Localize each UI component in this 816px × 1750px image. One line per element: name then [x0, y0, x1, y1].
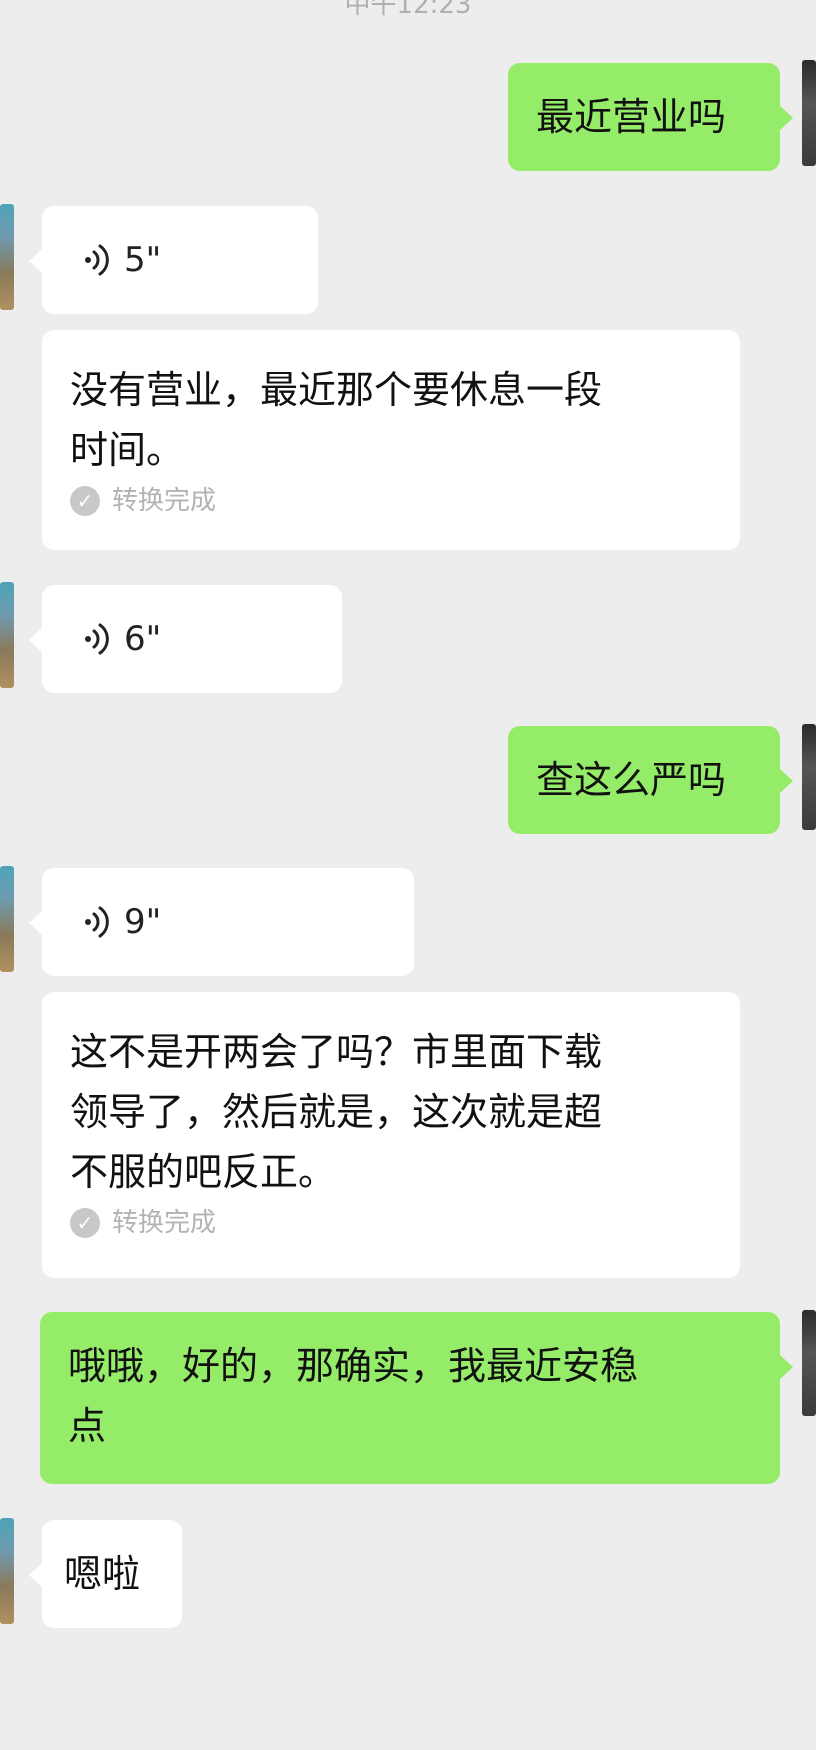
transcript-text: 没有营业，最近那个要休息一段 时间。	[70, 368, 603, 472]
check-circle-icon: ✓	[70, 1208, 100, 1238]
voice-wave-icon	[85, 623, 109, 655]
voice-wave-icon	[85, 244, 109, 276]
outgoing-message-bubble[interactable]: 哦哦，好的，那确实，我最近安稳 点	[40, 1312, 793, 1484]
transcript-status: ✓ 转换完成	[42, 484, 740, 518]
my-avatar[interactable]	[802, 724, 816, 830]
check-circle-icon: ✓	[70, 486, 100, 516]
contact-avatar[interactable]	[0, 1518, 14, 1624]
voice-transcript-bubble[interactable]: 没有营业，最近那个要休息一段 时间。 ✓ 转换完成	[42, 330, 740, 550]
contact-avatar[interactable]	[0, 204, 14, 310]
my-avatar[interactable]	[802, 1310, 816, 1416]
transcript-status: ✓ 转换完成	[42, 1206, 740, 1240]
outgoing-message-bubble[interactable]: 查这么严吗	[508, 726, 793, 834]
message-text: 嗯啦	[64, 1552, 141, 1596]
message-text: 最近营业吗	[536, 95, 727, 139]
voice-duration: 9"	[124, 902, 162, 942]
chat-timestamp: 中午12:23	[344, 0, 472, 20]
contact-avatar[interactable]	[0, 866, 14, 972]
contact-avatar[interactable]	[0, 582, 14, 688]
voice-transcript-bubble[interactable]: 这不是开两会了吗？市里面下载 领导了，然后就是，这次就是超 不服的吧反正。 ✓ …	[42, 992, 740, 1278]
voice-message-bubble[interactable]: 9"	[29, 868, 414, 976]
transcript-status-label: 转换完成	[112, 486, 217, 516]
voice-duration: 5"	[124, 240, 162, 280]
voice-message-bubble[interactable]: 6"	[29, 585, 342, 693]
incoming-message-bubble[interactable]: 嗯啦	[29, 1520, 182, 1628]
message-text: 哦哦，好的，那确实，我最近安稳 点	[68, 1344, 639, 1448]
transcript-status-label: 转换完成	[112, 1208, 217, 1238]
voice-message-bubble[interactable]: 5"	[29, 206, 318, 314]
voice-wave-icon	[85, 906, 109, 938]
my-avatar[interactable]	[802, 60, 816, 166]
voice-duration: 6"	[124, 619, 162, 659]
outgoing-message-bubble[interactable]: 最近营业吗	[508, 63, 793, 171]
transcript-text: 这不是开两会了吗？市里面下载 领导了，然后就是，这次就是超 不服的吧反正。	[70, 1030, 603, 1194]
message-text: 查这么严吗	[536, 758, 727, 802]
